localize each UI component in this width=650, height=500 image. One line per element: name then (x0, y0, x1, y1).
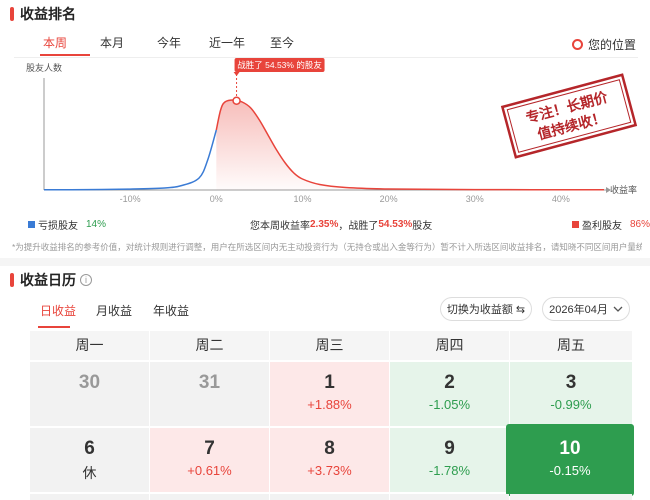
x-tick-labels: -10% 0% 10% 20% 30% 40% (120, 194, 570, 204)
tooltip-text: 战胜了 54.53% 的股友 (237, 60, 322, 70)
day-return-value: +0.61% (187, 463, 232, 478)
day-number: 1 (324, 372, 335, 393)
calendar-day-cell[interactable]: 3 -0.99% (510, 362, 632, 426)
section-divider (0, 258, 650, 266)
calendar-day-cell[interactable] (390, 494, 509, 500)
tab-monthly-return[interactable]: 月收益 (96, 302, 132, 319)
ranking-footnote: *为提升收益排名的参考价值，对统计规则进行调整，用户在所选区间内无主动投资行为（… (12, 242, 642, 252)
promo-stamp: 专注！长期价 值持续收！ (500, 73, 638, 159)
rank-section-title: 收益排名 (10, 4, 76, 24)
legend-profit: 盈利股友 86% (572, 217, 650, 232)
weekday-header: 周四 (390, 331, 509, 360)
day-number: 3 (565, 372, 577, 393)
tab-this-week[interactable]: 本周 (43, 34, 67, 51)
tab-daily-return[interactable]: 日收益 (40, 302, 76, 319)
day-number: 2 (444, 372, 455, 393)
rank-summary: 您本周收益率 2.35% ，战胜了 54.53% 股友 (250, 217, 432, 232)
calendar-day-cell[interactable]: 10 -0.15% (506, 424, 634, 496)
title-accent-bar (10, 7, 14, 21)
x-tick-label: 30% (466, 194, 484, 204)
info-icon[interactable]: i (80, 274, 92, 286)
legend-profit-pct: 86% (629, 219, 650, 230)
chevron-down-icon (613, 306, 623, 312)
month-select-value: 2026年04月 (549, 304, 608, 316)
x-tick-label: 20% (380, 194, 398, 204)
day-number: 7 (204, 438, 215, 459)
summary-suffix: 股友 (412, 221, 433, 232)
tooltip-arrow-icon (233, 72, 240, 76)
day-number: 6 (84, 438, 95, 459)
day-return-value: -0.15% (549, 463, 591, 478)
tab-yearly-return[interactable]: 年收益 (153, 302, 189, 319)
calendar-day-cell[interactable] (30, 494, 149, 500)
legend-loss-pct: 14% (86, 219, 107, 230)
legend-profit-label: 盈利股友 (582, 221, 622, 232)
x-tick-label: 0% (210, 194, 223, 204)
weekday-header: 周五 (510, 331, 632, 360)
active-tab-underline (40, 54, 90, 56)
x-tick-label: 40% (552, 194, 570, 204)
title-accent-bar (10, 273, 14, 287)
calendar-day-cell[interactable]: 30 (30, 362, 149, 426)
weekday-header: 周三 (270, 331, 389, 360)
legend-loss-label: 亏损股友 (38, 221, 78, 232)
loss-swatch-icon (28, 221, 35, 228)
position-ring-icon (571, 39, 583, 50)
day-return-value: -0.99% (550, 397, 592, 412)
calendar-day-cell[interactable] (510, 494, 632, 500)
weekday-header: 周一 (30, 331, 149, 360)
loss-series-line (43, 129, 218, 191)
day-return-value: 休 (82, 465, 97, 481)
calendar-tab-underline (38, 326, 70, 328)
summary-beat: 54.53% (378, 219, 413, 230)
stamp-border (500, 73, 638, 159)
day-number: 31 (198, 372, 221, 393)
rank-period-tabs: 本周 本月 今年 近一年 至今 (14, 34, 638, 58)
tab-past-year[interactable]: 近一年 (209, 34, 245, 51)
summary-prefix: 您本周收益率 (250, 221, 310, 232)
x-axis-label: 收益率 (610, 184, 637, 195)
profit-swatch-icon (572, 221, 579, 228)
calendar-day-cell[interactable] (270, 494, 389, 500)
tab-this-year[interactable]: 今年 (157, 34, 181, 51)
day-return-value: +1.88% (307, 397, 352, 412)
summary-rate: 2.35% (310, 219, 339, 230)
calendar-day-cell[interactable]: 6休 (30, 428, 149, 492)
x-tick-label: 10% (293, 194, 311, 204)
day-return-value: -1.78% (428, 463, 471, 478)
calendar-day-cell[interactable]: 7 +0.61% (150, 428, 269, 492)
weekday-header: 周二 (150, 331, 269, 360)
calendar-section-title: 收益日历 i (10, 270, 92, 290)
my-position-legend: 您的位置 (571, 36, 636, 53)
day-number: 9 (444, 438, 455, 459)
month-select[interactable]: 2026年04月 (542, 297, 630, 321)
day-return-value: -1.05% (428, 397, 471, 412)
calendar-day-cell[interactable]: 9 -1.78% (390, 428, 509, 492)
calendar-day-cell[interactable] (150, 494, 269, 500)
calendar-title-text: 收益日历 (20, 272, 76, 288)
day-number: 10 (559, 438, 581, 459)
tab-all-time[interactable]: 至今 (270, 34, 294, 51)
calendar-day-cell[interactable]: 2 -1.05% (390, 362, 509, 426)
calendar-day-cell[interactable]: 1 +1.88% (270, 362, 389, 426)
x-tick-label: -10% (120, 194, 141, 204)
y-axis-label: 股友人数 (26, 62, 62, 73)
summary-mid: ，战胜了 (338, 221, 379, 232)
my-position-marker-dot (232, 96, 241, 105)
toggle-amount-button[interactable]: 切换为收益额 ⇆ (440, 297, 532, 321)
rank-distribution-chart: 股友人数 收益率 -10% 0% 10% 20% 30% 40% 战胜了 54.53% 的… (26, 58, 638, 204)
calendar-day-cell[interactable]: 31 (150, 362, 269, 426)
rank-title-text: 收益排名 (20, 6, 76, 22)
tab-this-month[interactable]: 本月 (100, 34, 124, 51)
day-return-value: +3.73% (307, 463, 352, 478)
day-number: 8 (324, 438, 335, 459)
calendar-day-cell[interactable]: 8 +3.73% (270, 428, 389, 492)
day-number: 30 (78, 372, 101, 393)
my-position-label: 您的位置 (587, 38, 636, 52)
marker-tooltip: 战胜了 54.53% 的股友 (233, 58, 325, 76)
legend-loss: 亏损股友 14% (28, 217, 106, 232)
